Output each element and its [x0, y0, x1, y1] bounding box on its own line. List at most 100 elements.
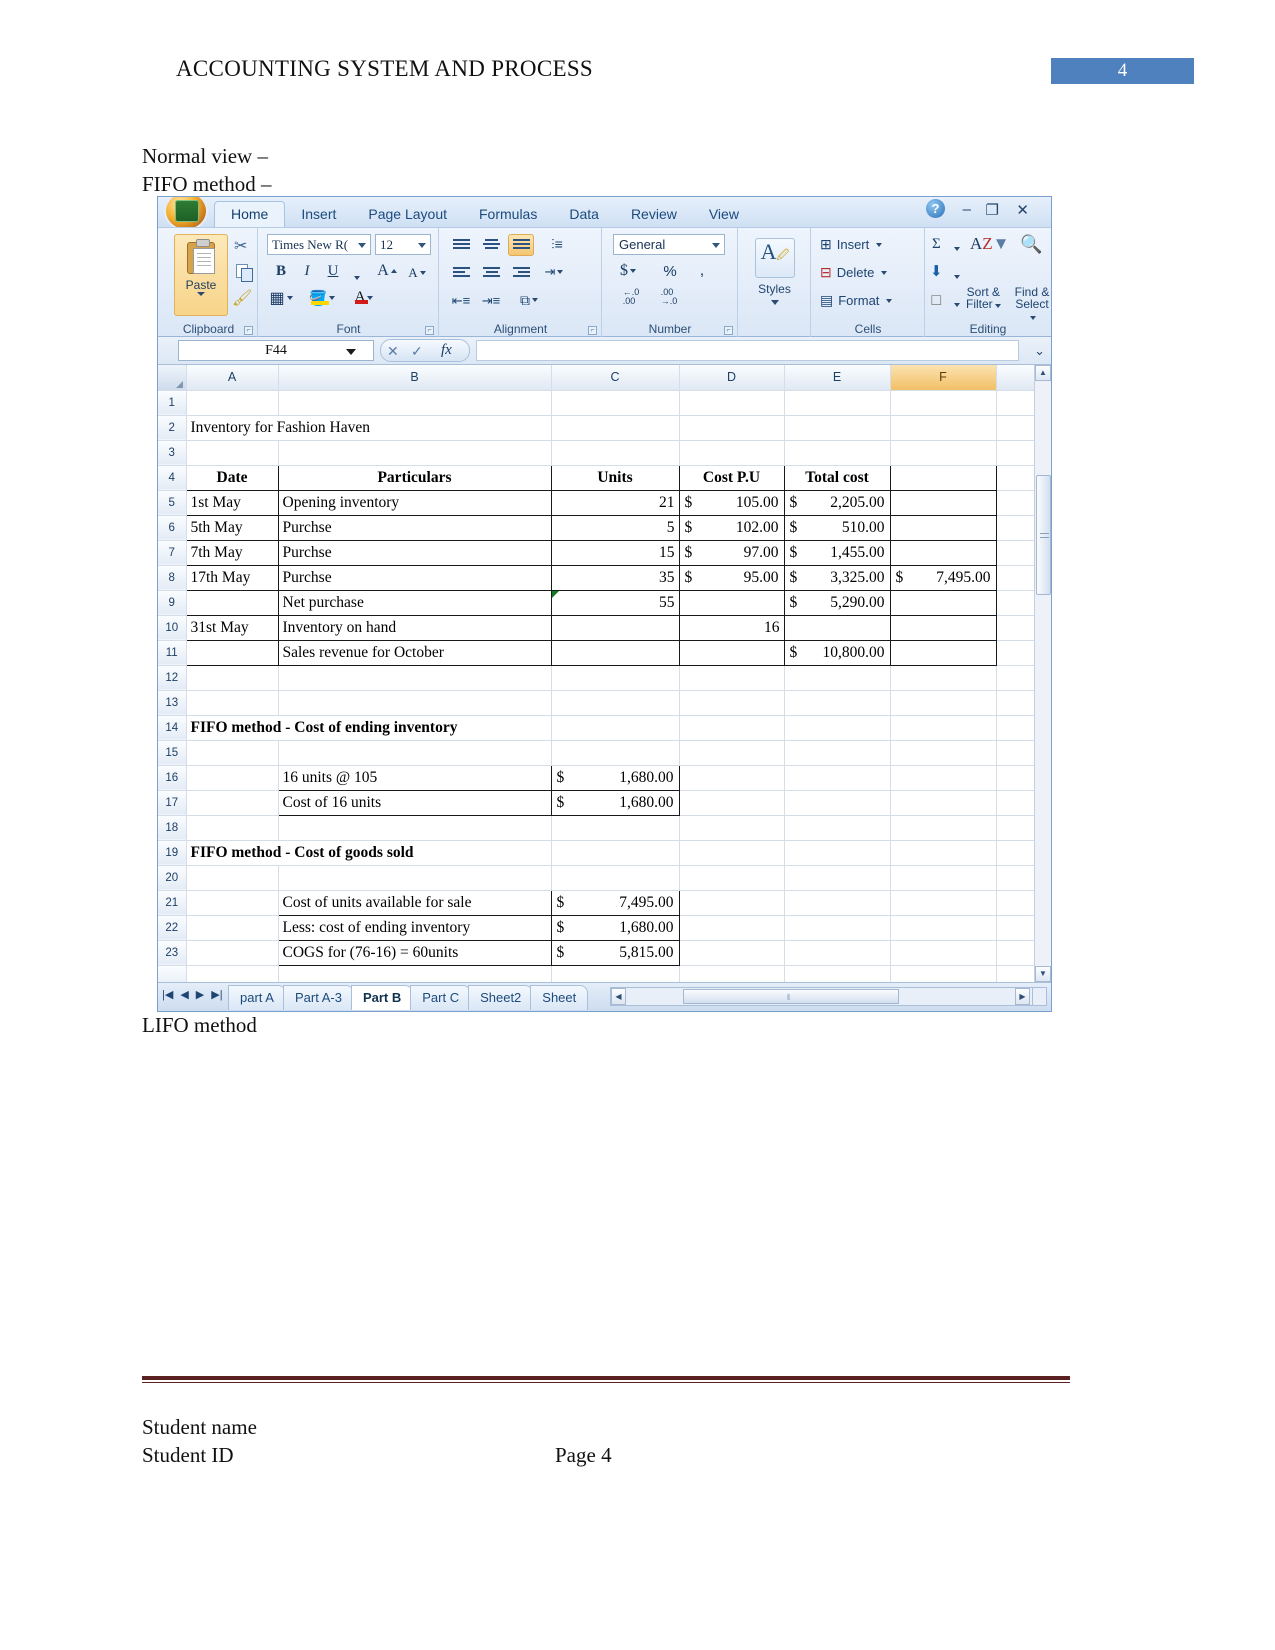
currency-format-icon[interactable]: $ — [615, 260, 641, 282]
cell-c14[interactable] — [551, 715, 680, 741]
font-dialog-launcher-icon[interactable]: ⌐ — [425, 326, 434, 335]
increase-decimal-icon[interactable]: ←.0.00 — [615, 286, 647, 308]
align-top-icon[interactable] — [448, 234, 474, 256]
row-header[interactable]: 21 — [158, 890, 187, 916]
number-dialog-launcher-icon[interactable]: ⌐ — [724, 326, 733, 335]
cell-e13[interactable] — [784, 690, 891, 716]
fill-dropdown-icon[interactable] — [952, 266, 960, 283]
cell-e22[interactable] — [784, 915, 891, 941]
cell-b8[interactable]: Purchse — [278, 565, 552, 591]
cell-c5[interactable]: 21 — [551, 490, 680, 516]
sheet-tab-sheet2[interactable]: Sheet2 — [468, 985, 534, 1010]
cell-f13[interactable] — [890, 690, 997, 716]
ribbon-tab-insert[interactable]: Insert — [285, 202, 352, 227]
cell-b20[interactable] — [278, 865, 552, 891]
cell-a3[interactable] — [186, 440, 279, 466]
cell-f3[interactable] — [890, 440, 997, 466]
cell-a1[interactable] — [186, 390, 279, 416]
ribbon-tab-home[interactable]: Home — [214, 201, 286, 227]
maximize-icon[interactable]: ❐ — [986, 201, 999, 219]
cell-a20[interactable] — [186, 865, 279, 891]
scroll-up-icon[interactable]: ▲ — [1035, 365, 1051, 381]
cell-f1[interactable] — [890, 390, 997, 416]
font-name-combo[interactable]: Times New R( — [267, 234, 371, 255]
cell-f11[interactable] — [890, 640, 997, 666]
cell-b5[interactable]: Opening inventory — [278, 490, 552, 516]
scroll-right-icon[interactable]: ▶ — [1015, 988, 1030, 1005]
row-header[interactable]: 16 — [158, 765, 187, 791]
row-header[interactable]: 18 — [158, 815, 187, 841]
cell-a13[interactable] — [186, 690, 279, 716]
row-header[interactable]: 23 — [158, 940, 187, 966]
cell-c20[interactable] — [551, 865, 680, 891]
font-size-combo[interactable]: 12 — [375, 234, 431, 255]
cell-f16[interactable] — [890, 765, 997, 791]
cell-c6[interactable]: 5 — [551, 515, 680, 541]
fill-color-icon[interactable]: 🪣 — [307, 286, 337, 309]
row-header[interactable]: 8 — [158, 565, 187, 591]
number-format-combo[interactable]: General — [613, 234, 725, 255]
cell-d21[interactable] — [679, 890, 785, 916]
cell-f14[interactable] — [890, 715, 997, 741]
row-header[interactable]: 1 — [158, 390, 187, 416]
cancel-formula-icon[interactable]: ✕ — [387, 343, 399, 360]
italic-button[interactable]: I — [295, 260, 319, 283]
ribbon-tab-page-layout[interactable]: Page Layout — [352, 202, 463, 227]
decrease-indent-icon[interactable]: ⇤≡ — [448, 290, 474, 312]
cell-b15[interactable] — [278, 740, 552, 766]
row-header[interactable]: 10 — [158, 615, 187, 641]
cell-e16[interactable] — [784, 765, 891, 791]
cell-d15[interactable] — [679, 740, 785, 766]
increase-indent-icon[interactable]: ⇥≡ — [478, 290, 504, 312]
bold-button[interactable]: B — [269, 260, 293, 283]
cell-f6[interactable] — [890, 515, 997, 541]
cell-b18[interactable] — [278, 815, 552, 841]
cell-f5[interactable] — [890, 490, 997, 516]
chevron-down-icon[interactable] — [886, 298, 893, 303]
orientation-icon[interactable]: ⫶≡ — [544, 233, 570, 255]
row-header[interactable]: 7 — [158, 540, 187, 566]
cell-f9[interactable] — [890, 590, 997, 616]
cell-e17[interactable] — [784, 790, 891, 816]
chevron-down-icon[interactable] — [876, 242, 883, 247]
sheet-tab-part-c[interactable]: Part C — [410, 985, 472, 1010]
cell-f4[interactable] — [890, 464, 997, 491]
cell-c12[interactable] — [551, 665, 680, 691]
enter-formula-icon[interactable]: ✓ — [411, 343, 423, 360]
minimize-icon[interactable]: – — [963, 201, 971, 218]
row-header[interactable]: 15 — [158, 740, 187, 766]
insert-function-icon[interactable]: fx — [441, 342, 452, 359]
cell-d14[interactable] — [679, 715, 785, 741]
chevron-down-icon[interactable] — [358, 243, 366, 248]
cut-icon[interactable]: ✂ — [234, 236, 256, 258]
cell-c15[interactable] — [551, 740, 680, 766]
row-header[interactable]: 11 — [158, 640, 187, 666]
row-header[interactable] — [158, 965, 187, 982]
column-header-d[interactable]: D — [679, 365, 785, 391]
cell-f22[interactable] — [890, 915, 997, 941]
row-header[interactable]: 12 — [158, 665, 187, 691]
borders-icon[interactable]: ▦ — [269, 286, 293, 309]
ribbon-tab-formulas[interactable]: Formulas — [463, 202, 553, 227]
row-header[interactable]: 9 — [158, 590, 187, 616]
sort-filter-icon[interactable]: AZ▼ — [970, 234, 1010, 254]
cell-f2[interactable] — [890, 415, 997, 441]
row-header[interactable]: 6 — [158, 515, 187, 541]
clipboard-dialog-launcher-icon[interactable]: ⌐ — [244, 326, 253, 335]
cell-c24[interactable] — [551, 965, 680, 982]
ribbon-tab-review[interactable]: Review — [615, 202, 693, 227]
format-painter-icon[interactable]: 🖌 — [232, 288, 254, 310]
vertical-scrollbar[interactable]: ▲ ▼ — [1034, 365, 1051, 982]
autosum-dropdown-icon[interactable] — [952, 238, 960, 255]
column-header-a[interactable]: A — [186, 365, 279, 391]
help-icon[interactable]: ? — [926, 199, 945, 218]
comma-format-icon[interactable]: , — [691, 260, 713, 282]
cell-a8[interactable]: 17th May — [185, 565, 279, 591]
sort-filter-button[interactable]: Sort & Filter — [966, 286, 1001, 310]
cell-e11[interactable]: $10,800.00 — [784, 640, 891, 666]
font-color-icon[interactable]: A — [349, 286, 379, 309]
cell-f23[interactable] — [890, 940, 997, 966]
column-header-e[interactable]: E — [784, 365, 891, 391]
cell-a19[interactable]: FIFO method - Cost of goods sold — [186, 840, 552, 866]
cell-e2[interactable] — [784, 415, 891, 441]
